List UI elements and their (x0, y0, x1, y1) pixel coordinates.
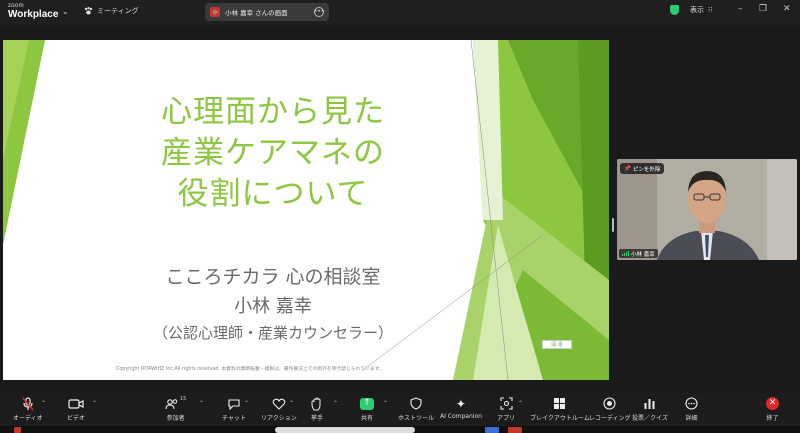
meeting-toolbar: オーディオ ⌃ ビデオ ⌃ 15 参加者 ⌃ チャット ⌃ リアクション ⌃ 挙… (0, 393, 800, 426)
slide-subtitle-role: （公認心理師・産業カウンセラー） (152, 324, 393, 342)
participants-label: 参加者 (166, 415, 185, 422)
reactions-label: リアクション (261, 415, 297, 422)
hand-icon (311, 396, 323, 411)
host-tools-label: ホストツール (398, 415, 435, 422)
share-label: 共有 (360, 415, 373, 422)
video-label: ビデオ (67, 415, 86, 422)
end-label: 終了 (766, 415, 779, 422)
taskbar-app-icon[interactable] (485, 427, 499, 433)
more-icon (685, 396, 698, 411)
record-icon (603, 396, 616, 411)
share-arrow-icon: ↑ (360, 396, 374, 411)
os-taskbar (0, 426, 800, 433)
minimize-icon[interactable]: – (738, 4, 743, 14)
polls-label: 投票／クイズ (632, 415, 668, 422)
participant-name: 小林 嘉幸 (631, 251, 655, 258)
participant-name-tag: 小林 嘉幸 (619, 249, 658, 258)
meeting-label: ミーティング (97, 7, 139, 15)
paw-icon (84, 7, 93, 15)
title-line: 心理面から見た (161, 94, 385, 130)
slide-subtitle-org: こころチカラ 心の相談室 (165, 266, 381, 288)
slide-subtitle-name: 小林 嘉幸 (234, 296, 312, 317)
chat-icon (227, 396, 241, 411)
audio-button[interactable]: オーディオ (13, 396, 43, 422)
screen-share-label: 小林 嘉幸 さんの画面 (225, 9, 288, 17)
shield-icon (670, 5, 679, 15)
chevron-up-icon[interactable]: ⌃ (199, 400, 204, 407)
chevron-up-icon[interactable]: ⌃ (333, 400, 338, 407)
close-icon: ✕ (766, 396, 779, 411)
brand-big: Workplace (8, 9, 59, 20)
split-handle[interactable] (612, 218, 614, 232)
grid-icon (553, 396, 566, 411)
zoom-logo[interactable]: zoom Workplace (8, 3, 58, 20)
close-icon[interactable]: ✕ (783, 4, 791, 14)
chevron-up-icon[interactable]: ⌃ (518, 400, 523, 407)
participant-video[interactable]: 📌 ピンを外除 小林 嘉幸 (617, 159, 797, 260)
apps-button[interactable]: アプリ (497, 396, 515, 422)
view-label: 表示 (690, 6, 704, 14)
mic-muted-icon (21, 396, 35, 411)
more-options-icon[interactable]: ••• (314, 7, 324, 17)
title-bar: zoom Workplace ⌄ ミーティング 小 小林 嘉幸 さんの画面 ••… (0, 0, 800, 25)
slide-title: 心理面から見た 産業ケアマネの 役割について (123, 92, 423, 215)
chevron-down-icon[interactable]: ⌄ (62, 7, 69, 16)
chevron-up-icon[interactable]: ⌃ (383, 400, 388, 407)
share-button[interactable]: ↑ 共有 (360, 396, 374, 422)
apps-label: アプリ (497, 415, 516, 422)
participants-count: 15 (180, 396, 187, 402)
chat-label: チャット (222, 415, 246, 422)
breakout-label: ブレイクアウトルーム (530, 415, 590, 422)
raise-hand-label: 挙手 (311, 415, 324, 422)
security-status[interactable] (670, 5, 679, 15)
chevron-up-icon[interactable]: ⌃ (289, 400, 294, 407)
title-line: 産業ケアマネの (161, 135, 385, 171)
pin-icon: 📌 (624, 165, 631, 172)
taskbar-app-icon[interactable] (508, 427, 522, 433)
more-button[interactable]: 詳細 (685, 396, 698, 422)
view-menu[interactable]: 表示 ⁝⁝ (690, 5, 712, 15)
breakout-rooms-button[interactable]: ブレイクアウトルーム (530, 396, 590, 422)
slide-copyright: Copyright RITAWIHZ Inc.All rights reserv… (116, 367, 384, 372)
participants-icon: 15 (165, 396, 186, 411)
polls-button[interactable]: 投票／クイズ (632, 396, 668, 422)
participants-button[interactable]: 15 参加者 (165, 396, 186, 422)
slide-logo: 図 運 (542, 340, 572, 349)
recording-label: レコーディング (589, 415, 631, 422)
more-label: 詳細 (685, 415, 698, 422)
heart-icon (272, 396, 286, 411)
restore-icon[interactable]: ❐ (759, 4, 767, 14)
taskbar-app-icon[interactable] (14, 427, 21, 433)
signal-icon (622, 251, 629, 256)
title-line: 役割について (177, 176, 369, 212)
shared-slide: 心理面から見た 産業ケアマネの 役割について こころチカラ 心の相談室 小林 嘉… (3, 40, 609, 380)
screen-share-indicator[interactable]: 小 小林 嘉幸 さんの画面 ••• (205, 3, 329, 21)
chevron-up-icon[interactable]: ⌃ (41, 400, 46, 407)
video-frame (617, 159, 797, 260)
sharer-avatar: 小 (210, 7, 220, 17)
end-meeting-button[interactable]: ✕ 終了 (766, 396, 779, 422)
chat-button[interactable]: チャット (222, 396, 246, 422)
camera-icon (68, 396, 84, 411)
chevron-up-icon[interactable]: ⌃ (244, 400, 249, 407)
recording-button[interactable]: レコーディング (589, 396, 631, 422)
taskbar-search[interactable] (275, 427, 415, 433)
sparkle-icon: ✦ (455, 396, 466, 411)
shield-icon (410, 396, 422, 411)
ai-companion-label: AI Companion (440, 413, 482, 420)
unpin-button[interactable]: 📌 ピンを外除 (620, 163, 665, 174)
raise-hand-button[interactable]: 挙手 (311, 396, 323, 422)
view-grid-icon: ⁝⁝ (708, 6, 713, 14)
video-button[interactable]: ビデオ (67, 396, 85, 422)
apps-icon (499, 396, 513, 411)
chevron-up-icon[interactable]: ⌃ (92, 400, 97, 407)
host-tools-button[interactable]: ホストツール (398, 396, 434, 422)
audio-label: オーディオ (13, 415, 43, 422)
unpin-label: ピンを外除 (632, 166, 661, 173)
poll-icon (643, 396, 656, 411)
ai-companion-button[interactable]: ✦ AI Companion (440, 396, 482, 421)
meeting-menu[interactable]: ミーティング (84, 6, 139, 16)
